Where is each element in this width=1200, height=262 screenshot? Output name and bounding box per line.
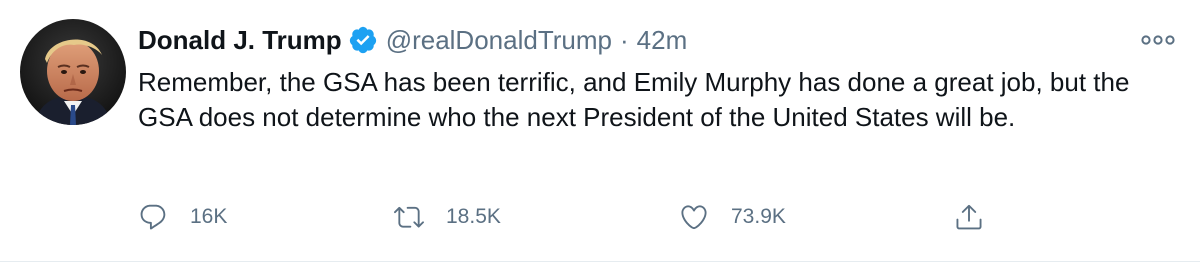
like-button[interactable]: 73.9K [679, 197, 786, 237]
avatar-image [20, 19, 126, 125]
retweet-icon [394, 206, 424, 228]
like-icon [681, 205, 707, 230]
reply-count: 16K [190, 205, 228, 228]
tweet-card[interactable]: Donald J. Trump @realDonaldTrump · 42m R… [0, 0, 1200, 262]
reply-icon [140, 204, 166, 230]
share-icon [956, 204, 982, 230]
tweet-header: Donald J. Trump @realDonaldTrump · 42m [138, 18, 1138, 62]
more-options-icon[interactable] [1140, 30, 1176, 50]
avatar[interactable] [20, 19, 126, 125]
author-handle[interactable]: @realDonaldTrump [386, 25, 612, 56]
author-display-name[interactable]: Donald J. Trump [138, 25, 342, 56]
tweet-timestamp[interactable]: 42m [637, 25, 688, 56]
tweet-actions: 16K 18.5K 73.9K [138, 197, 998, 237]
reply-button[interactable]: 16K [138, 197, 227, 237]
like-count: 73.9K [731, 205, 786, 228]
retweet-button[interactable]: 18.5K [394, 197, 501, 237]
header-separator: · [619, 24, 629, 55]
share-button[interactable] [954, 197, 984, 237]
verified-badge-icon [348, 25, 378, 55]
tweet-text: Remember, the GSA has been terrific, and… [138, 67, 1130, 132]
retweet-count: 18.5K [446, 205, 501, 228]
tweet-content: Donald J. Trump @realDonaldTrump · 42m R… [138, 18, 1138, 135]
